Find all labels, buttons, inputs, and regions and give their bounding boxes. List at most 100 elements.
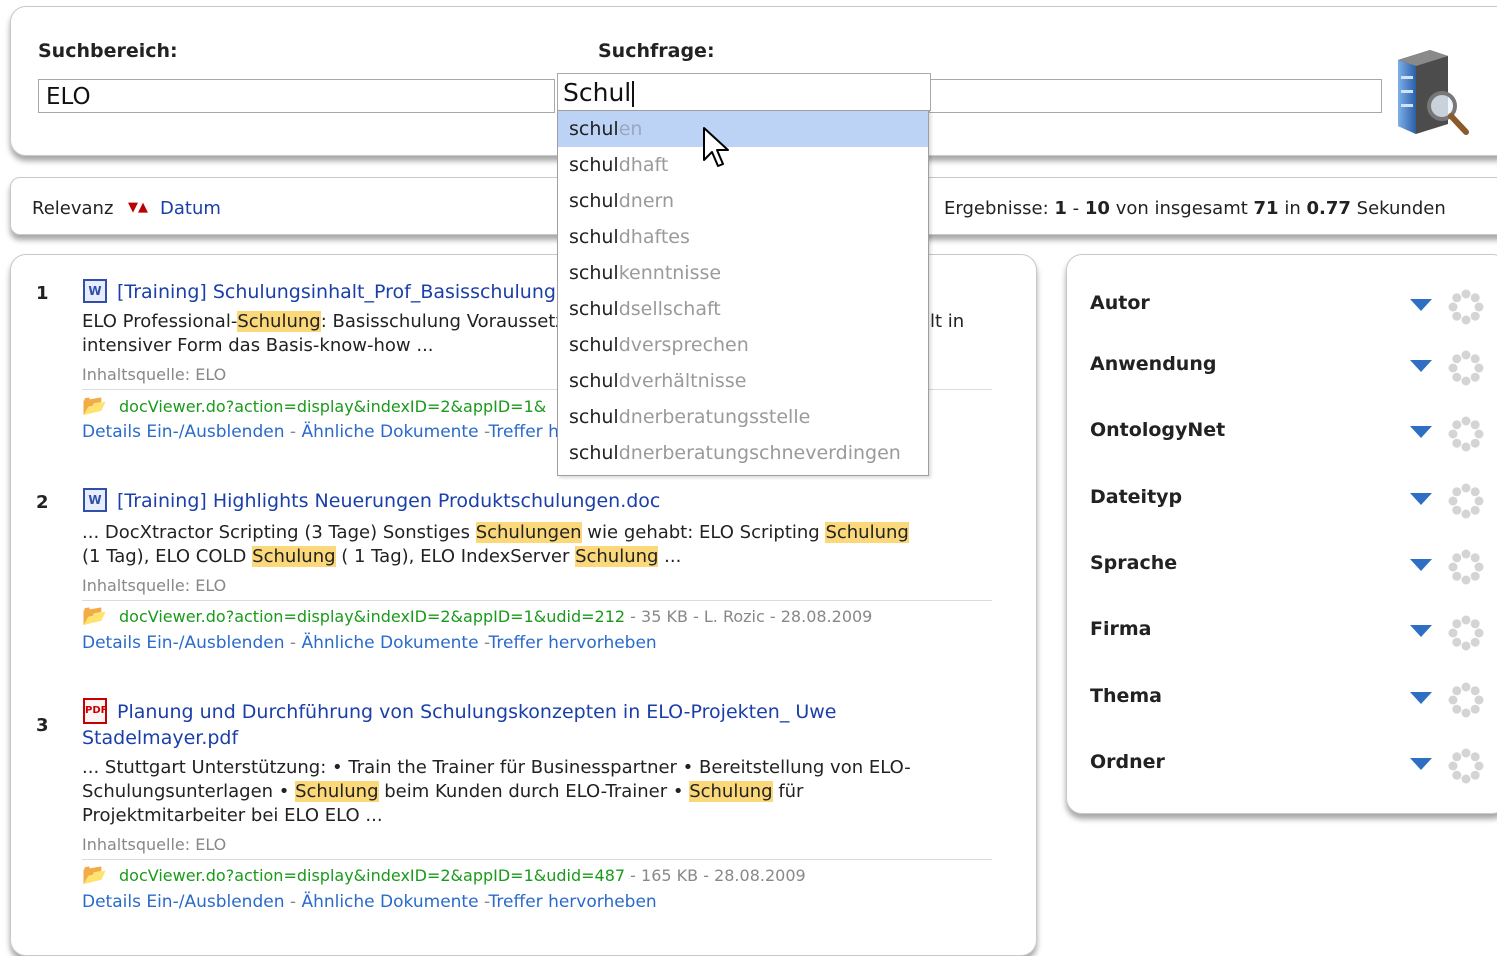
- autocomplete-item[interactable]: schuldversprechen: [558, 327, 928, 363]
- loading-spinner-icon: [1448, 289, 1484, 325]
- autocomplete-item[interactable]: schuldverhältnisse: [558, 363, 928, 399]
- scope-input[interactable]: ELO: [38, 79, 555, 113]
- result-title-link[interactable]: [Training] Highlights Neuerungen Produkt…: [117, 490, 660, 512]
- spinner-dot: [1452, 354, 1462, 364]
- spinner-dot: [1452, 372, 1462, 382]
- loading-spinner-icon: [1448, 350, 1484, 386]
- autocomplete-suffix: en: [618, 118, 643, 140]
- spinner-dot: [1448, 496, 1458, 506]
- spinner-dot: [1461, 549, 1471, 559]
- result-title-link-cont[interactable]: Stadelmayer.pdf: [82, 727, 238, 749]
- details-toggle-link[interactable]: Details Ein-/Ausblenden: [82, 633, 284, 653]
- spinner-dot: [1470, 571, 1480, 581]
- result-number: 3: [36, 715, 49, 736]
- spinner-dot: [1461, 376, 1471, 386]
- spinner-dot: [1470, 487, 1480, 497]
- loading-spinner-icon: [1448, 483, 1484, 519]
- highlight-hits-link[interactable]: Treffer hervorheben: [489, 892, 657, 912]
- result-title-link[interactable]: Planung und Durchführung von Schulungsko…: [117, 701, 837, 723]
- spinner-dot: [1474, 429, 1484, 439]
- divider: [82, 859, 992, 860]
- mouse-cursor-icon: [703, 127, 729, 167]
- facet-sprache: Sprache: [1090, 549, 1490, 585]
- spinner-dot: [1461, 315, 1471, 325]
- viewer-icon[interactable]: 📂: [82, 604, 107, 626]
- expand-arrow-icon[interactable]: [1410, 692, 1432, 704]
- spinner-dot: [1452, 619, 1462, 629]
- query-label: Suchfrage:: [598, 40, 715, 62]
- autocomplete-suffix: dhaft: [618, 154, 669, 176]
- spinner-dot: [1448, 695, 1458, 705]
- autocomplete-item[interactable]: schuldnern: [558, 183, 928, 219]
- sort-toggle-icon[interactable]: ▼▲: [128, 200, 148, 215]
- query-input[interactable]: Schul: [557, 73, 931, 111]
- query-input-extension[interactable]: [929, 79, 1382, 113]
- similar-docs-link[interactable]: Ähnliche Dokumente: [301, 633, 478, 653]
- expand-arrow-icon[interactable]: [1410, 625, 1432, 637]
- result-source: Inhaltsquelle: ELO: [82, 365, 227, 384]
- spinner-dot: [1452, 752, 1462, 762]
- spinner-dot: [1448, 302, 1458, 312]
- word-doc-icon: W: [83, 279, 107, 303]
- spinner-dot: [1470, 752, 1480, 762]
- autocomplete-item[interactable]: schuldhaftes: [558, 219, 928, 255]
- facet-ordner: Ordner: [1090, 748, 1490, 784]
- search-server-icon[interactable]: [1390, 46, 1472, 138]
- autocomplete-item[interactable]: schuldnerberatungsstelle: [558, 399, 928, 435]
- spinner-dot: [1470, 770, 1480, 780]
- expand-arrow-icon[interactable]: [1410, 493, 1432, 505]
- autocomplete-item[interactable]: schuldhaft: [558, 147, 928, 183]
- spinner-dot: [1461, 682, 1471, 692]
- autocomplete-item[interactable]: schulkenntnisse: [558, 255, 928, 291]
- expand-arrow-icon[interactable]: [1410, 559, 1432, 571]
- similar-docs-link[interactable]: Ähnliche Dokumente: [301, 422, 478, 442]
- spinner-dot: [1461, 289, 1471, 299]
- spinner-dot: [1461, 774, 1471, 784]
- autocomplete-item[interactable]: schuldnerberatungschneverdingen: [558, 435, 928, 471]
- viewer-icon[interactable]: 📂: [82, 394, 107, 416]
- result-title-link[interactable]: [Training] Schulungsinhalt_Prof_Basissch…: [117, 281, 556, 303]
- expand-arrow-icon[interactable]: [1410, 758, 1432, 770]
- facet-label: Sprache: [1090, 552, 1178, 574]
- highlight-hits-link[interactable]: Treffer hervorheben: [489, 633, 657, 653]
- expand-arrow-icon[interactable]: [1410, 360, 1432, 372]
- spinner-dot: [1452, 571, 1462, 581]
- result-url[interactable]: docViewer.do?action=display&indexID=2&ap…: [119, 397, 546, 416]
- autocomplete-prefix: schul: [569, 334, 619, 356]
- expand-arrow-icon[interactable]: [1410, 299, 1432, 311]
- details-toggle-link[interactable]: Details Ein-/Ausblenden: [82, 892, 284, 912]
- autocomplete-item[interactable]: schulen: [558, 111, 928, 147]
- sort-by-date-link[interactable]: Datum: [160, 198, 221, 219]
- autocomplete-prefix: schul: [569, 370, 619, 392]
- query-input-text: Schul: [563, 78, 632, 107]
- facet-label: OntologyNet: [1090, 419, 1226, 441]
- autocomplete-prefix: schul: [569, 190, 619, 212]
- spinner-dot: [1470, 637, 1480, 647]
- spinner-dot: [1470, 293, 1480, 303]
- spinner-dot: [1461, 708, 1471, 718]
- facet-label: Firma: [1090, 618, 1152, 640]
- autocomplete-suffix: dnerberatungschneverdingen: [618, 442, 901, 464]
- spinner-dot: [1452, 293, 1462, 303]
- spinner-dot: [1448, 363, 1458, 373]
- autocomplete-item[interactable]: schuldsellschaft: [558, 291, 928, 327]
- spinner-dot: [1461, 416, 1471, 426]
- details-toggle-link[interactable]: Details Ein-/Ausblenden: [82, 422, 284, 442]
- spinner-dot: [1470, 553, 1480, 563]
- result-source: Inhaltsquelle: ELO: [82, 576, 227, 595]
- facet-label: Thema: [1090, 685, 1162, 707]
- spinner-dot: [1461, 748, 1471, 758]
- pdf-icon: PDF: [83, 698, 107, 724]
- loading-spinner-icon: [1448, 416, 1484, 452]
- autocomplete-prefix: schul: [569, 262, 619, 284]
- result-url[interactable]: docViewer.do?action=display&indexID=2&ap…: [119, 866, 806, 885]
- spinner-dot: [1452, 704, 1462, 714]
- facet-label: Dateityp: [1090, 486, 1183, 508]
- result-actions: Details Ein-/Ausblenden - Ähnliche Dokum…: [82, 892, 657, 912]
- result-url[interactable]: docViewer.do?action=display&indexID=2&ap…: [119, 607, 872, 626]
- similar-docs-link[interactable]: Ähnliche Dokumente: [301, 892, 478, 912]
- viewer-icon[interactable]: 📂: [82, 863, 107, 885]
- spinner-dot: [1474, 695, 1484, 705]
- expand-arrow-icon[interactable]: [1410, 426, 1432, 438]
- spinner-dot: [1461, 509, 1471, 519]
